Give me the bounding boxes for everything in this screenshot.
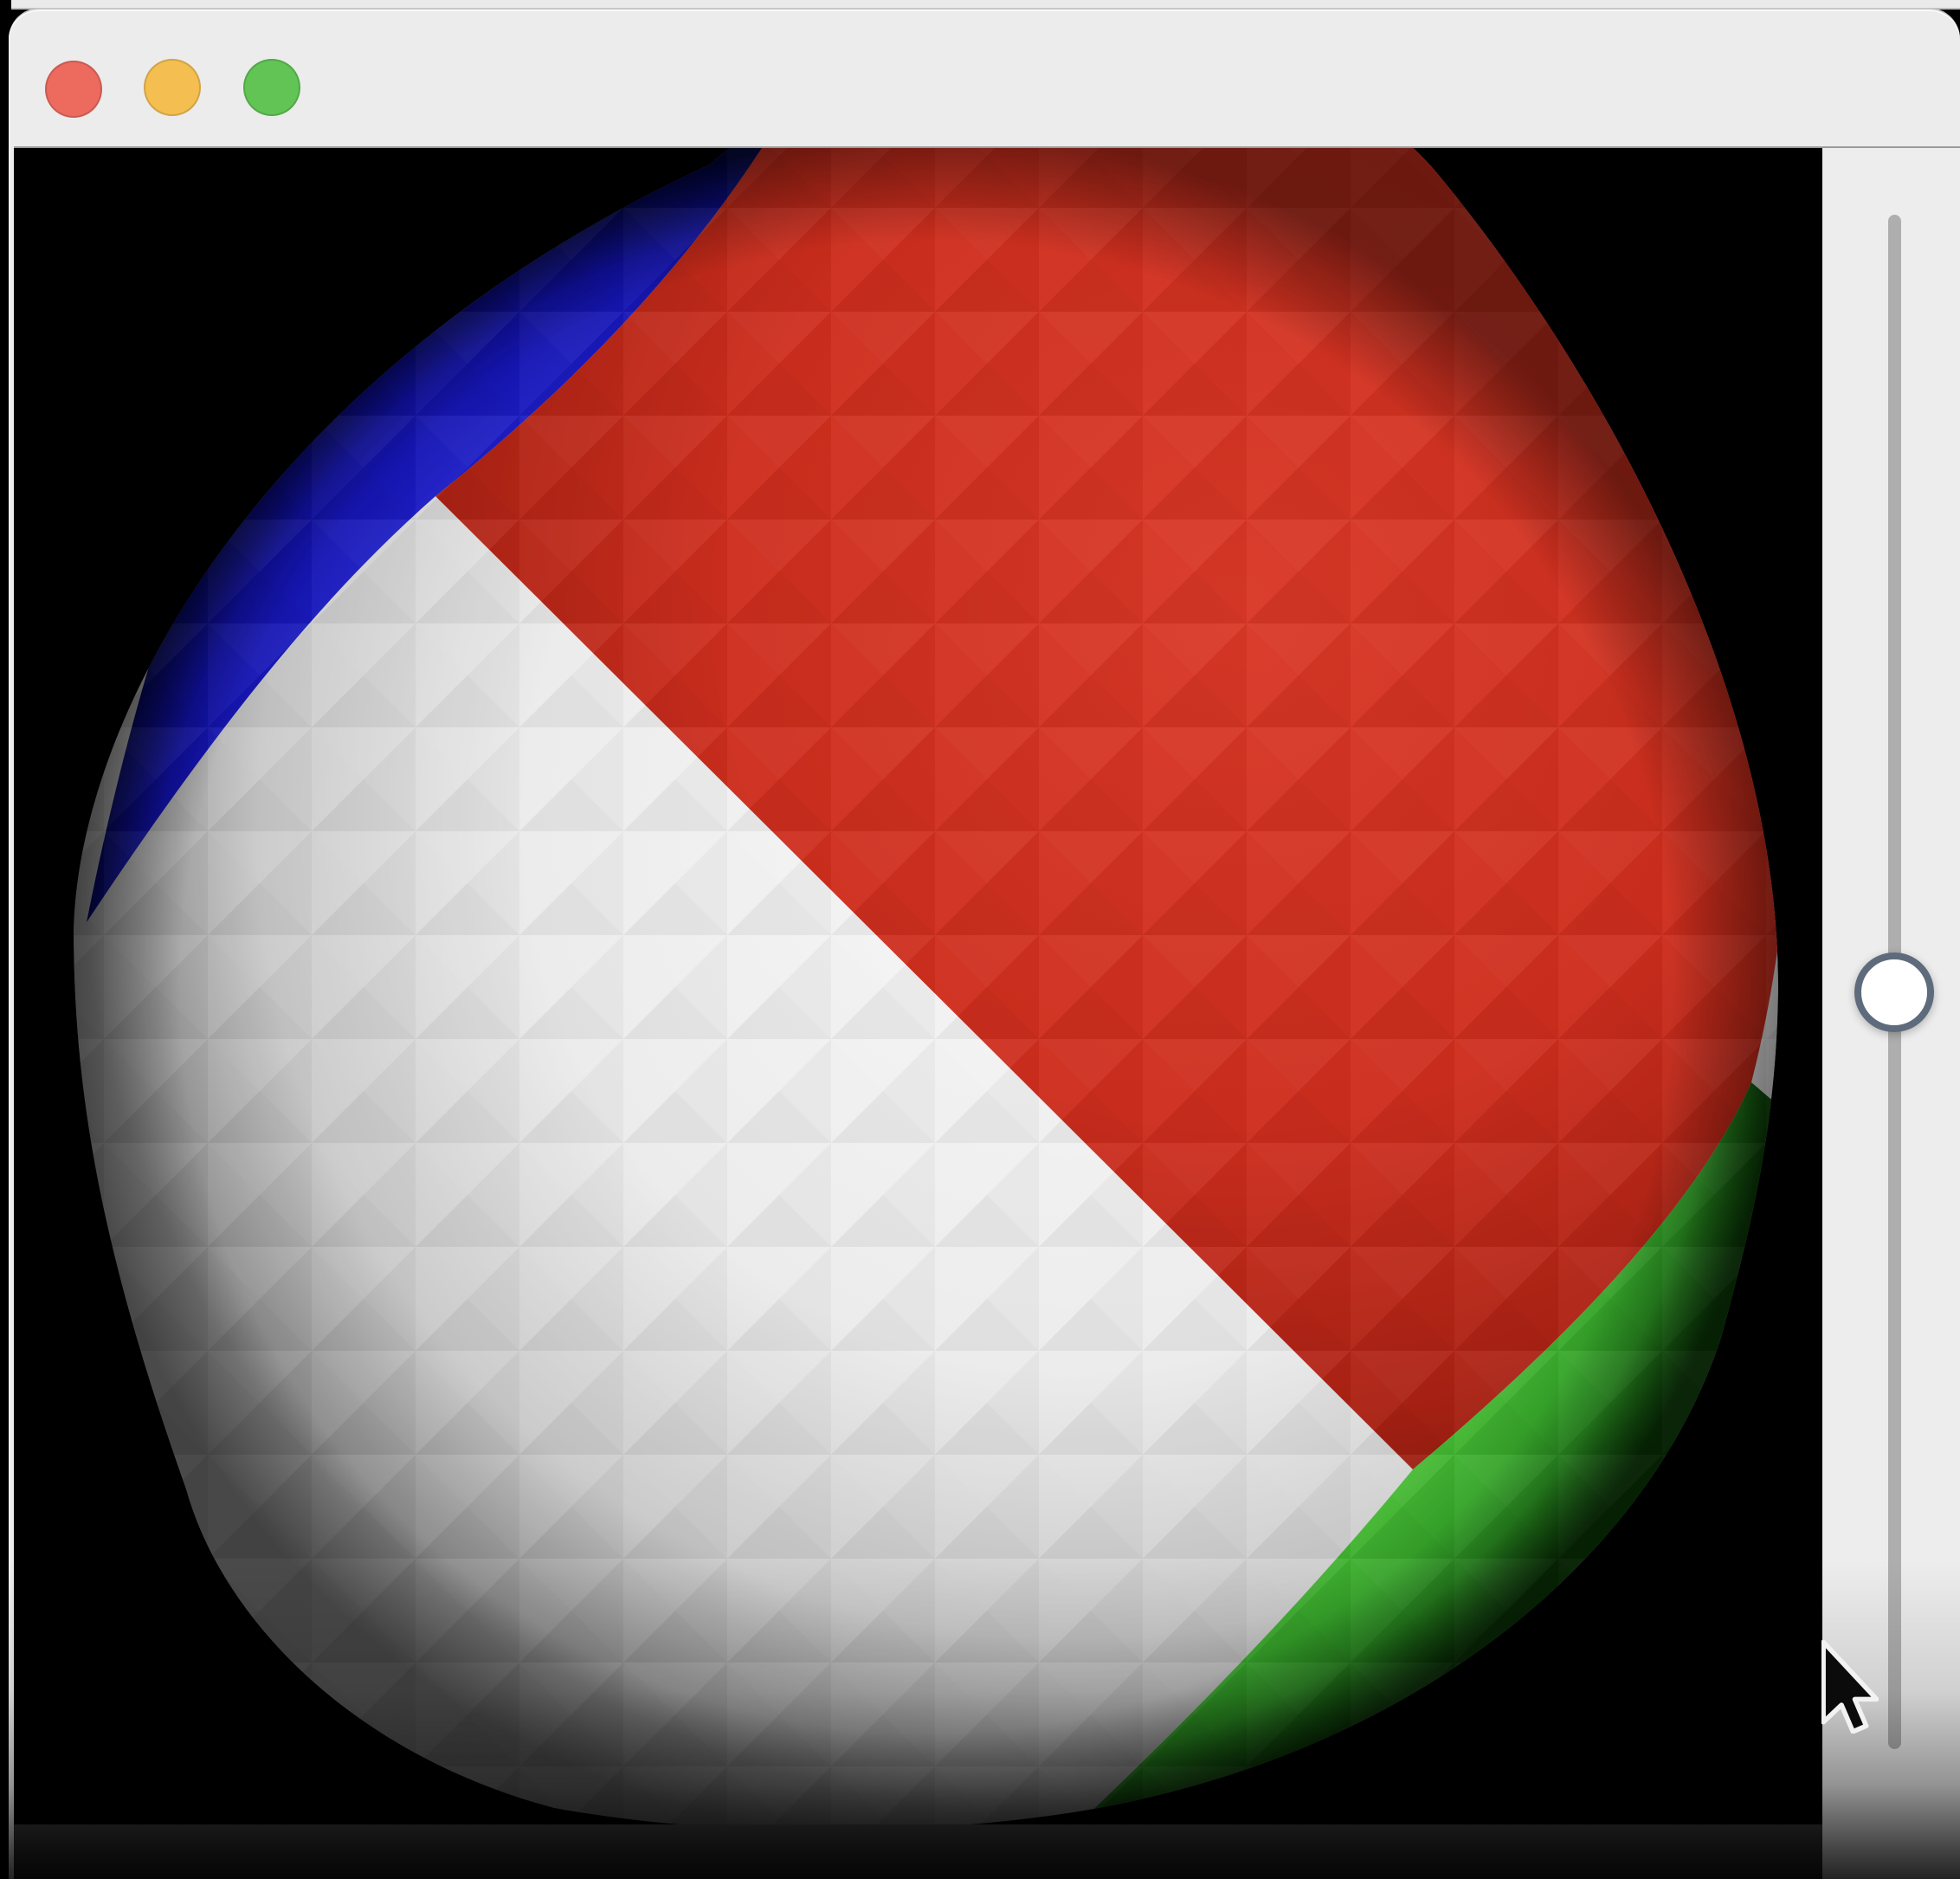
slider-thumb[interactable] [1854,952,1934,1032]
close-button[interactable] [45,61,102,118]
minimize-button[interactable] [144,59,201,116]
gl-viewport[interactable] [14,148,1822,1824]
sphere-rim-shadow [74,148,1778,1824]
titlebar[interactable] [9,10,1960,146]
arrow-cursor-icon [1821,1638,1879,1734]
bottom-bar-shading [14,1824,1822,1879]
window-bottom-bar [14,1824,1822,1879]
zoom-button[interactable] [243,59,300,116]
titlebar-divider [14,146,1960,148]
sphere-render [14,148,1822,1824]
screen [0,0,1960,1879]
